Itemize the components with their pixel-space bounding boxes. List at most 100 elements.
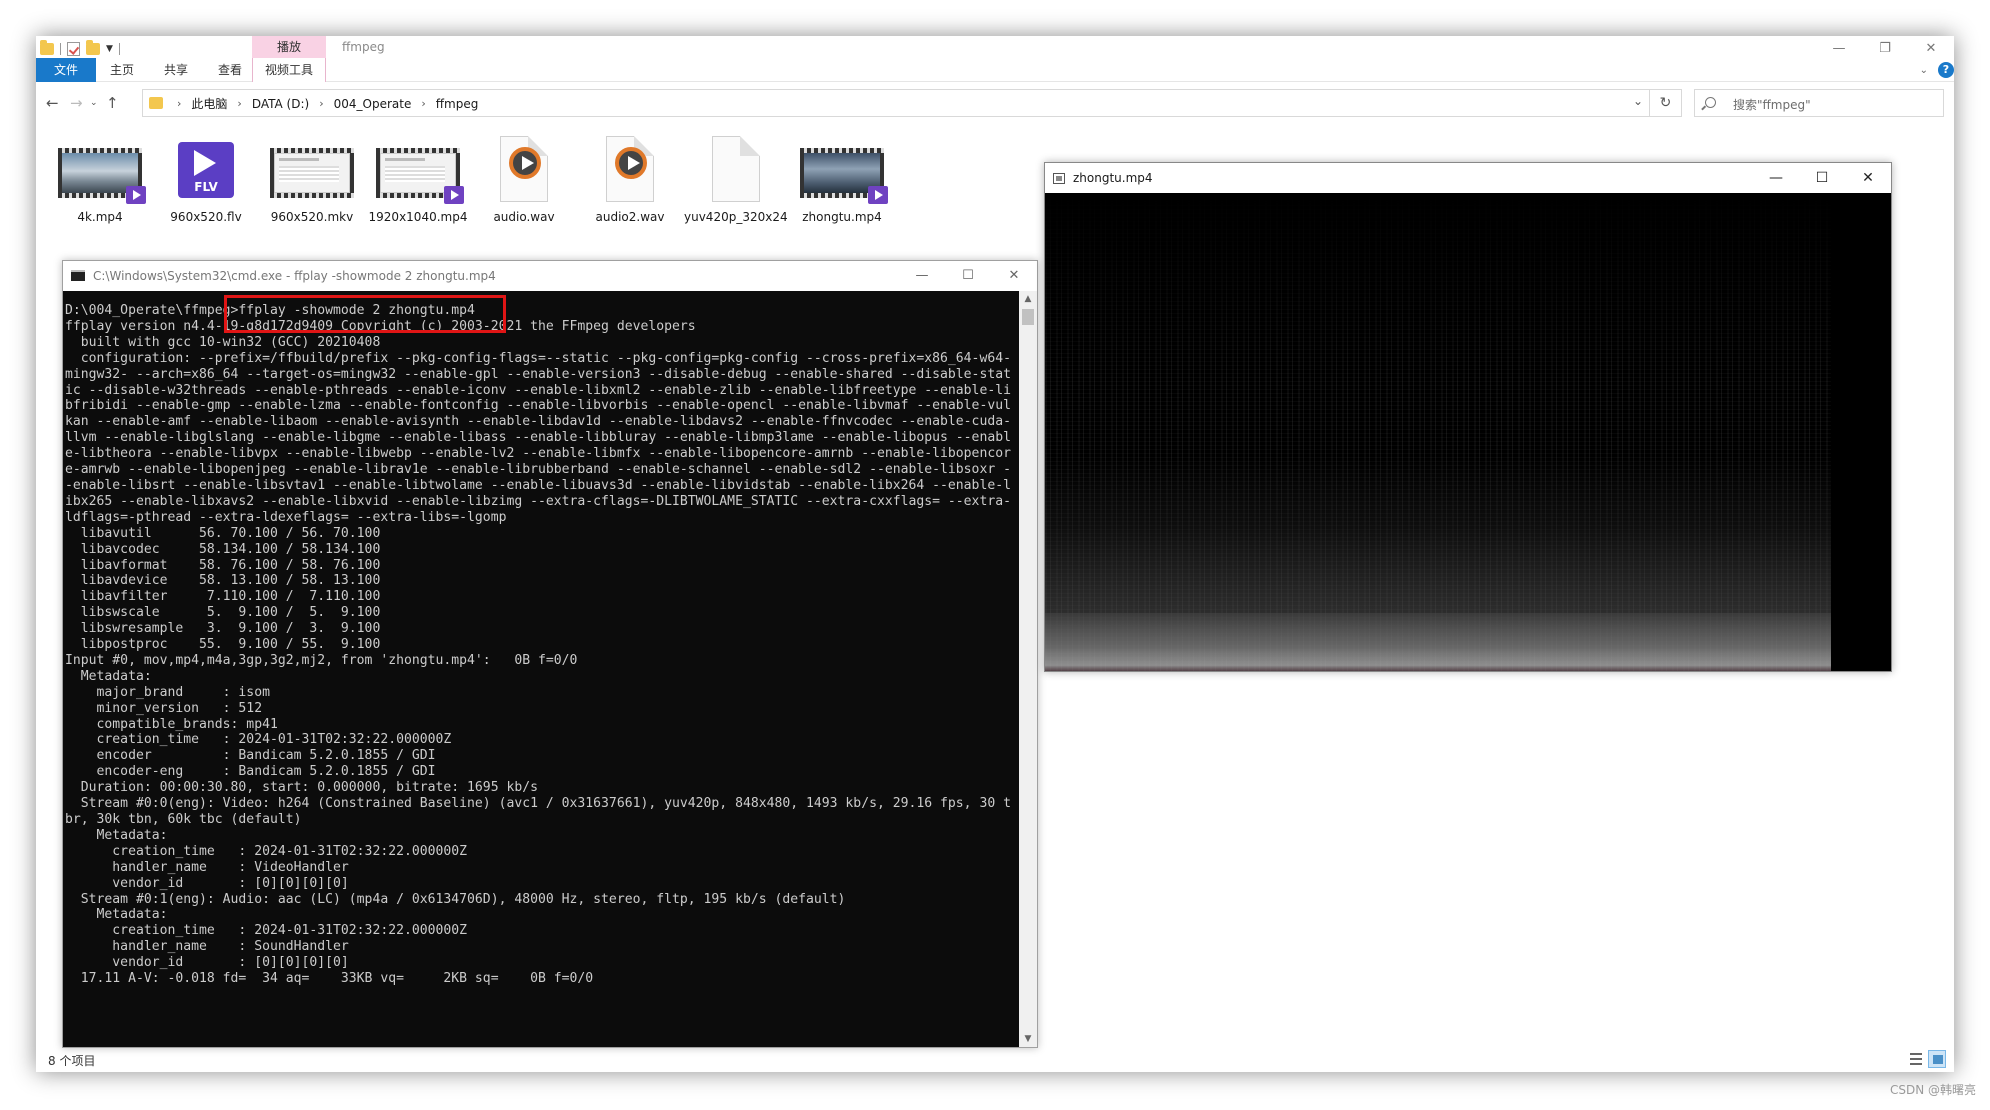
tab-share[interactable]: 共享 bbox=[150, 58, 202, 82]
cmd-maximize-button[interactable]: ☐ bbox=[945, 261, 991, 291]
breadcrumb-separator-icon[interactable]: › bbox=[421, 97, 425, 110]
video-thumbnail-icon bbox=[270, 136, 354, 206]
scroll-down-arrow-icon[interactable]: ▼ bbox=[1019, 1031, 1037, 1047]
console-line: e-libtheora --enable-libvpx --enable-lib… bbox=[65, 446, 1011, 462]
up-arrow-icon[interactable]: ↑ bbox=[106, 94, 119, 112]
scroll-up-arrow-icon[interactable]: ▲ bbox=[1019, 291, 1037, 307]
breadcrumb-separator-icon[interactable]: › bbox=[237, 97, 241, 110]
customize-toolbar-chevron-icon[interactable]: ▼ bbox=[106, 44, 113, 54]
breadcrumb-ffmpeg[interactable]: ffmpeg bbox=[436, 97, 479, 111]
file-item[interactable]: 4k.mp4 bbox=[48, 128, 152, 248]
tab-file[interactable]: 文件 bbox=[36, 58, 96, 82]
tab-home[interactable]: 主页 bbox=[96, 58, 148, 82]
ffplay-video-window: zhongtu.mp4 — ☐ ✕ bbox=[1044, 162, 1892, 672]
address-dropdown-chevron-icon[interactable]: ⌄ bbox=[1633, 94, 1643, 108]
navigation-bar: ← → ⌄ ↑ › 此电脑 › DATA (D:) › 004_Operate … bbox=[36, 82, 1954, 122]
console-line: D:\004_Operate\ffmpeg>ffplay -showmode 2… bbox=[65, 303, 475, 318]
context-tab-group-label: 播放 bbox=[252, 36, 326, 58]
player-title-bar: zhongtu.mp4 — ☐ ✕ bbox=[1045, 163, 1891, 193]
search-input[interactable]: 搜索"ffmpeg" bbox=[1694, 89, 1944, 117]
console-line: handler_name : SoundHandler bbox=[65, 939, 349, 955]
ribbon-right-controls: ⌄ ? bbox=[1920, 62, 1954, 78]
console-line: bfribidi --enable-gmp --enable-lzma --en… bbox=[65, 398, 1011, 414]
file-item[interactable]: audio.wav bbox=[472, 128, 576, 248]
media-player-badge-icon bbox=[444, 186, 464, 204]
large-icons-view-icon[interactable] bbox=[1928, 1050, 1946, 1068]
cmd-window-title: C:\Windows\System32\cmd.exe - ffplay -sh… bbox=[93, 269, 496, 283]
console-line: Metadata: bbox=[65, 907, 168, 923]
watermark: CSDN @韩曙亮 bbox=[1889, 1083, 1976, 1097]
scroll-thumb[interactable] bbox=[1022, 309, 1034, 325]
status-bar: 8 个项目 bbox=[36, 1048, 1954, 1072]
audio-file-icon bbox=[588, 136, 672, 206]
help-icon[interactable]: ? bbox=[1938, 62, 1954, 78]
console-output[interactable]: D:\004_Operate\ffmpeg>ffplay -showmode 2… bbox=[63, 291, 1021, 1047]
console-line: vendor_id : [0][0][0][0] bbox=[65, 955, 349, 971]
cmd-scrollbar[interactable]: ▲ ▼ bbox=[1019, 291, 1037, 1047]
forward-arrow-icon[interactable]: → bbox=[70, 94, 83, 112]
console-line: libavfilter 7.110.100 / 7.110.100 bbox=[65, 589, 381, 605]
console-line: creation_time : 2024-01-31T02:32:22.0000… bbox=[65, 843, 468, 859]
cmd-close-button[interactable]: ✕ bbox=[991, 261, 1037, 291]
new-folder-icon[interactable] bbox=[86, 40, 100, 55]
player-window-title: zhongtu.mp4 bbox=[1073, 171, 1153, 185]
console-line: -enable-libsrt --enable-libsvtav1 --enab… bbox=[65, 477, 1011, 493]
cmd-window-controls: — ☐ ✕ bbox=[899, 261, 1037, 291]
console-line: libpostproc 55. 9.100 / 55. 9.100 bbox=[65, 637, 381, 653]
file-item[interactable]: FLV 960x520.flv bbox=[154, 128, 258, 248]
console-line: minor_version : 512 bbox=[65, 700, 263, 716]
player-close-button[interactable]: ✕ bbox=[1845, 163, 1891, 193]
flv-file-icon: FLV bbox=[164, 136, 248, 206]
quick-access-toolbar: ▼ bbox=[40, 40, 120, 58]
breadcrumb-this-pc[interactable]: 此电脑 bbox=[191, 95, 227, 112]
file-item[interactable]: 1920x1040.mp4 bbox=[366, 128, 470, 248]
expand-ribbon-chevron-icon[interactable]: ⌄ bbox=[1920, 65, 1928, 76]
file-name: audio.wav bbox=[493, 210, 555, 224]
file-item[interactable]: audio2.wav bbox=[578, 128, 682, 248]
console-line: major_brand : isom bbox=[65, 684, 270, 700]
file-item[interactable]: zhongtu.mp4 bbox=[790, 128, 894, 248]
player-window-controls: — ☐ ✕ bbox=[1753, 163, 1891, 193]
video-thumbnail-icon bbox=[800, 136, 888, 206]
file-name: 1920x1040.mp4 bbox=[368, 210, 468, 224]
video-thumbnail-icon bbox=[376, 136, 464, 206]
console-line: Metadata: bbox=[65, 827, 168, 843]
console-line: configuration: --prefix=/ffbuild/prefix … bbox=[65, 350, 1011, 366]
media-player-badge-icon bbox=[126, 186, 146, 204]
breadcrumb-separator-icon[interactable]: › bbox=[319, 97, 323, 110]
properties-icon[interactable] bbox=[67, 42, 80, 56]
breadcrumb-separator-icon[interactable]: › bbox=[177, 97, 181, 110]
recent-locations-chevron-icon[interactable]: ⌄ bbox=[90, 98, 98, 108]
console-line: libswresample 3. 9.100 / 3. 9.100 bbox=[65, 621, 381, 637]
spectrogram-image bbox=[1045, 193, 1831, 671]
details-view-icon[interactable] bbox=[1906, 1050, 1924, 1068]
console-line: creation_time : 2024-01-31T02:32:22.0000… bbox=[65, 732, 452, 748]
breadcrumb-004-operate[interactable]: 004_Operate bbox=[334, 97, 412, 111]
tab-view[interactable]: 查看 bbox=[204, 58, 256, 82]
search-placeholder: 搜索"ffmpeg" bbox=[1733, 98, 1811, 112]
file-item[interactable]: yuv420p_320x240.yuv bbox=[684, 128, 788, 248]
console-line: libswscale 5. 9.100 / 5. 9.100 bbox=[65, 605, 381, 621]
toolbar-divider bbox=[118, 43, 120, 55]
console-line: mingw32- --arch=x86_64 --target-os=mingw… bbox=[65, 366, 1011, 382]
player-minimize-button[interactable]: — bbox=[1753, 163, 1799, 193]
console-line: vendor_id : [0][0][0][0] bbox=[65, 875, 349, 891]
console-line: libavdevice 58. 13.100 / 58. 13.100 bbox=[65, 573, 381, 589]
console-line: kan --enable-amf --enable-libaom --enabl… bbox=[65, 414, 1011, 430]
console-line: Stream #0:1(eng): Audio: aac (LC) (mp4a … bbox=[65, 891, 846, 907]
console-line: encoder-eng : Bandicam 5.2.0.1855 / GDI bbox=[65, 764, 436, 780]
back-arrow-icon[interactable]: ← bbox=[46, 94, 59, 112]
console-text: D:\004_Operate\ffmpeg>ffplay -showmode 2… bbox=[65, 303, 1011, 987]
player-maximize-button[interactable]: ☐ bbox=[1799, 163, 1845, 193]
folder-icon[interactable] bbox=[40, 40, 54, 55]
address-bar[interactable]: › 此电脑 › DATA (D:) › 004_Operate › ffmpeg… bbox=[142, 89, 1682, 117]
console-line: ibx265 --enable-libxavs2 --enable-libxvi… bbox=[65, 493, 1011, 509]
search-icon bbox=[1705, 97, 1716, 108]
file-name: yuv420p_320x240.yuv bbox=[684, 210, 788, 224]
refresh-icon[interactable]: ↻ bbox=[1649, 90, 1681, 116]
cmd-minimize-button[interactable]: — bbox=[899, 261, 945, 291]
file-item[interactable]: 960x520.mkv bbox=[260, 128, 364, 248]
breadcrumb-data-drive[interactable]: DATA (D:) bbox=[252, 97, 309, 111]
tab-video-tools[interactable]: 视频工具 bbox=[252, 58, 326, 82]
spectrogram-view[interactable] bbox=[1045, 193, 1891, 671]
